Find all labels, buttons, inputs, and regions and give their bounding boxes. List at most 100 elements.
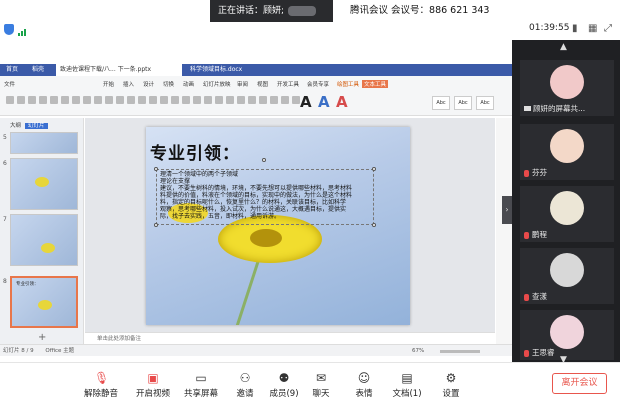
settings-button[interactable]: ⚙ 设置 <box>426 372 476 399</box>
menu-drawing-tools[interactable]: 绘图工具 <box>337 80 359 88</box>
avatar <box>550 191 584 225</box>
menu-slideshow[interactable]: 幻灯片放映 <box>203 80 231 88</box>
mic-muted-icon <box>524 169 529 177</box>
resize-handle[interactable] <box>154 167 158 171</box>
menu-transition[interactable]: 切换 <box>163 80 174 88</box>
gear-icon: ⚙ <box>445 371 457 385</box>
grid-view-icon[interactable]: ▦ <box>588 24 598 34</box>
participant-name: 查漾 <box>532 292 547 301</box>
tab-outline[interactable]: 大纲 <box>10 123 21 129</box>
shape-style-1[interactable]: Abc <box>432 96 450 110</box>
tab-slides[interactable]: 幻灯片 <box>25 123 48 129</box>
notes-area[interactable]: 单击此处添加备注 <box>85 332 495 344</box>
speaking-label: 正在讲话：顾妍; <box>218 6 285 16</box>
share-screen-icon: ▭ <box>195 371 207 385</box>
avatar <box>550 315 584 349</box>
avatar <box>550 129 584 163</box>
elapsed-time: 01:39:55 <box>529 23 570 33</box>
flower-center <box>250 229 282 247</box>
blurred-name <box>288 5 317 16</box>
menu-insert[interactable]: 插入 <box>123 80 134 88</box>
leave-meeting-button[interactable]: 离开会议 <box>552 373 607 394</box>
thumb-title: 专业引领： <box>16 282 39 287</box>
participant-tile[interactable]: 芬芬 <box>520 124 614 180</box>
rotate-handle[interactable] <box>262 158 266 162</box>
menu-text-tools[interactable]: 文本工具 <box>362 80 389 88</box>
wps-tab-bar: 首页 稻壳 致迪佐课程下载/八... 下一条.pptx 科学领域目标.docx <box>0 64 512 76</box>
current-slide[interactable]: 专业引领： 理清一个领域中的两个子领域 理论在支撑 建议，不要生树科的情境，环境… <box>146 127 410 325</box>
tab-docer[interactable]: 稻壳 <box>28 64 48 76</box>
menu-member[interactable]: 会员专享 <box>307 80 329 88</box>
menu-view[interactable]: 视图 <box>257 80 268 88</box>
tab-pptx[interactable]: 致迪佐课程下载/八... 下一条.pptx <box>56 64 182 76</box>
slide-thumbnail-selected[interactable]: 专业引领： <box>10 276 78 328</box>
avatar <box>550 65 584 99</box>
camera-off-icon: ▣ <box>147 371 159 385</box>
slide-text-line: 料，指定的目标呢什么，恢复里什么？的材料，关联该目标，比如科学 <box>160 199 347 206</box>
collapse-panel-arrow-icon[interactable]: › <box>502 196 512 224</box>
mic-muted-icon <box>524 349 529 357</box>
chat-icon: ✉ <box>315 371 327 385</box>
menu-design[interactable]: 设计 <box>143 80 154 88</box>
shape-style-3[interactable]: Abc <box>476 96 494 110</box>
share-screen-button[interactable]: ▭ 共享屏幕 <box>176 372 226 399</box>
zoom-level[interactable]: 67% <box>412 345 424 357</box>
slide-text-line: 观察，思考哪些材料，投入试次，为什么说通这，大概遇目标，提供实 <box>160 206 347 213</box>
menu-animation[interactable]: 动画 <box>183 80 194 88</box>
participant-tile[interactable]: 顾妍的屏幕共... <box>520 60 614 116</box>
resize-handle[interactable] <box>372 223 376 227</box>
meeting-timer: 01:39:55 <box>529 23 569 33</box>
slide-text-line: 际，找子去实践，五音，即材料，通用诉游。 <box>160 213 281 220</box>
slide-thumbnail[interactable] <box>10 158 78 210</box>
flower-stem <box>235 260 260 325</box>
shape-style-2[interactable]: Abc <box>454 96 472 110</box>
text-style-a-black[interactable]: A <box>300 93 312 111</box>
avatar <box>550 253 584 287</box>
slide-text-line: 理清一个领域中的两个子领域 <box>160 171 239 178</box>
slide-text-line: 理论在支撑 <box>160 178 191 185</box>
fullscreen-icon[interactable]: ⤢ <box>604 24 614 34</box>
slide-thumbnail[interactable] <box>10 214 78 266</box>
slide-title[interactable]: 专业引领： <box>150 139 240 164</box>
unmute-button[interactable]: 🎙︎ 解除静音 <box>76 372 126 399</box>
text-style-a-blue[interactable]: A <box>318 93 330 111</box>
right-tool-strip <box>496 118 512 344</box>
thumb-number: 6 <box>3 160 7 167</box>
wps-status-bar: 幻灯片 8 / 9 Office 主题 67% <box>0 344 512 356</box>
tab-docx[interactable]: 科学领域目标.docx <box>186 64 246 76</box>
slide-counter: 幻灯片 8 / 9 <box>3 348 34 354</box>
participant-tile[interactable]: 查漾 <box>520 248 614 304</box>
scroll-up-chevron-icon[interactable]: ▲ <box>560 42 567 52</box>
speaking-indicator: 正在讲话：顾妍; <box>210 0 333 22</box>
resize-handle[interactable] <box>154 223 158 227</box>
start-video-button[interactable]: ▣ 开启视频 <box>128 372 178 399</box>
menu-start[interactable]: 开始 <box>103 80 114 88</box>
thumb-number: 8 <box>3 278 7 285</box>
mic-muted-icon <box>524 231 529 239</box>
invite-icon: ⚇ <box>239 371 251 385</box>
documents-button[interactable]: ▤ 文档(1) <box>382 372 432 399</box>
participant-name: 鹏程 <box>532 230 547 239</box>
ribbon-buttons-left <box>6 96 303 110</box>
slide-text-line: 建议，不要生树科的情境，环境，不要先想可以提供哪些材料，思考材料 <box>160 185 353 192</box>
theme-name: Office 主题 <box>45 348 75 354</box>
menu-developer[interactable]: 开发工具 <box>277 80 299 88</box>
tab-home[interactable]: 首页 <box>2 64 22 76</box>
members-icon: ⚉ <box>278 371 290 385</box>
menu-file[interactable]: 文件 <box>4 80 15 88</box>
add-slide-icon[interactable]: + <box>38 332 46 343</box>
participant-name: 芬芬 <box>532 168 547 177</box>
resize-handle[interactable] <box>372 167 376 171</box>
emoji-icon: ☺ <box>357 371 371 385</box>
security-shield-icon[interactable] <box>4 24 14 35</box>
meeting-title: 腾讯会议 会议号：886 621 343 <box>350 5 490 16</box>
document-icon: ▤ <box>401 371 413 385</box>
participant-tile[interactable]: 鹏程 <box>520 186 614 242</box>
menu-review[interactable]: 审阅 <box>237 80 248 88</box>
slide-thumbnail[interactable] <box>10 132 78 154</box>
zoom-slider[interactable] <box>440 350 480 353</box>
thumb-number: 7 <box>3 216 7 223</box>
screen-share-icon <box>524 106 531 111</box>
text-style-a-red[interactable]: A <box>336 93 348 111</box>
participant-tile[interactable]: 王思睿 <box>520 310 614 360</box>
